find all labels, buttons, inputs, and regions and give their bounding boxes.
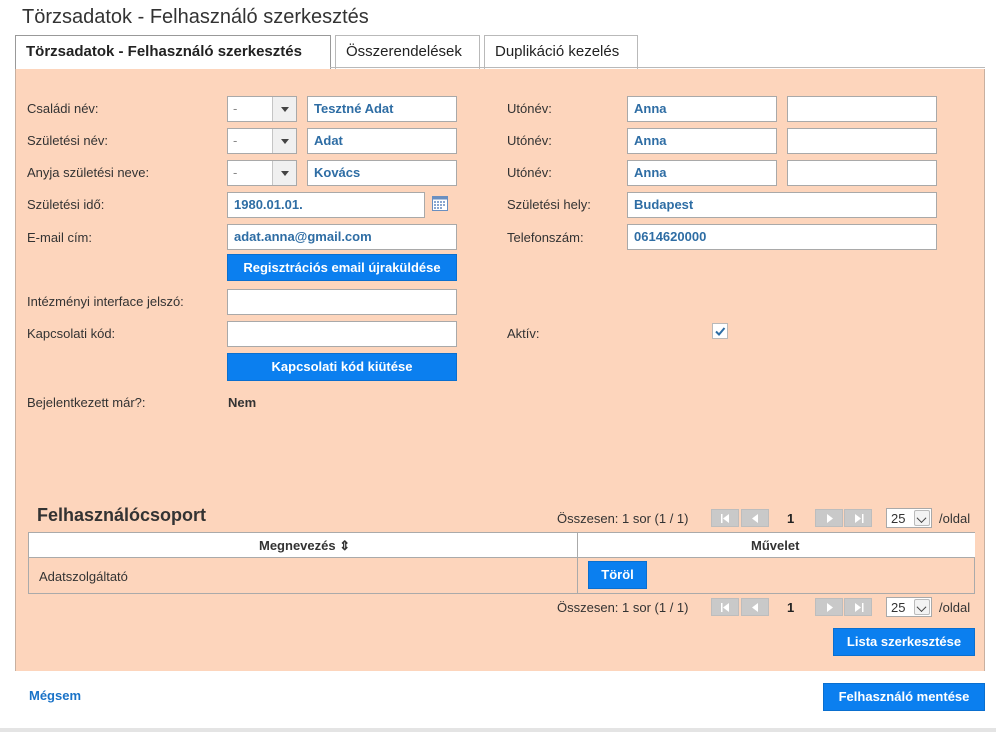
- mother-name-prefix-select[interactable]: -: [227, 160, 297, 186]
- first-page-icon: [721, 514, 729, 523]
- logged-in-label: Bejelentkezett már?:: [27, 395, 146, 410]
- first-page-icon: [721, 603, 729, 612]
- given-name-1-label: Utónév:: [507, 101, 552, 116]
- next-page-icon: [827, 514, 833, 523]
- generate-connection-code-button[interactable]: Kapcsolati kód kiütése: [227, 353, 457, 381]
- user-group-table: Megnevezés ⇕ Művelet Adatszolgáltató Tör…: [28, 532, 975, 594]
- birth-name-input[interactable]: Adat: [307, 128, 457, 154]
- connection-code-label: Kapcsolati kód:: [27, 326, 116, 341]
- given-name-1-extra-input[interactable]: [787, 96, 937, 122]
- birth-name-label: Születési név:: [27, 133, 108, 148]
- tab-assignments[interactable]: Összerendelések: [335, 35, 480, 69]
- family-name-input[interactable]: Tesztné Adat: [307, 96, 457, 122]
- column-name-header[interactable]: Megnevezés ⇕: [259, 538, 350, 554]
- prev-page-icon: [752, 514, 758, 523]
- given-name-2-label: Utónév:: [507, 133, 552, 148]
- prev-page-icon: [752, 603, 758, 612]
- first-page-button[interactable]: [711, 509, 739, 527]
- given-name-1-input[interactable]: Anna: [627, 96, 777, 122]
- current-page-top: 1: [787, 511, 795, 526]
- delete-row-button[interactable]: Töröl: [588, 561, 647, 589]
- chevron-down-icon: [914, 599, 930, 615]
- last-page-button-bottom[interactable]: [844, 598, 872, 616]
- family-name-prefix-select[interactable]: -: [227, 96, 297, 122]
- next-page-icon: [827, 603, 833, 612]
- per-page-suffix-bottom: /oldal: [939, 600, 971, 615]
- given-name-2-input[interactable]: Anna: [627, 128, 777, 154]
- phone-label: Telefonszám:: [507, 230, 584, 245]
- table-row-name: Adatszolgáltató: [39, 569, 128, 584]
- given-name-2-extra-input[interactable]: [787, 128, 937, 154]
- active-checkbox[interactable]: [712, 323, 728, 339]
- given-name-3-input[interactable]: Anna: [627, 160, 777, 186]
- edit-list-button[interactable]: Lista szerkesztése: [833, 628, 975, 656]
- page-title: Törzsadatok - Felhasználó szerkesztés: [22, 6, 369, 28]
- tab-divider: [330, 67, 985, 68]
- mother-name-label: Anyja születési neve:: [27, 165, 150, 180]
- given-name-3-extra-input[interactable]: [787, 160, 937, 186]
- last-page-icon: [855, 603, 864, 612]
- connection-code-input[interactable]: [227, 321, 457, 347]
- given-name-3-label: Utónév:: [507, 165, 552, 180]
- email-label: E-mail cím:: [27, 230, 92, 245]
- chevron-down-icon: [914, 510, 930, 526]
- current-page-bottom: 1: [787, 600, 795, 615]
- next-page-button[interactable]: [815, 509, 843, 527]
- birth-date-input[interactable]: 1980.01.01.: [227, 192, 425, 218]
- birth-date-label: Születési idő:: [27, 197, 105, 212]
- family-name-label: Családi név:: [27, 101, 99, 116]
- logged-in-value: Nem: [228, 395, 257, 410]
- user-group-title: Felhasználócsoport: [37, 505, 207, 525]
- bottom-border: [0, 728, 996, 732]
- birth-place-label: Születési hely:: [507, 197, 591, 212]
- birth-name-prefix-select[interactable]: -: [227, 128, 297, 154]
- tab-master-data[interactable]: Törzsadatok - Felhasználó szerkesztés: [15, 35, 331, 70]
- interface-password-label: Intézményi interface jelszó:: [27, 294, 184, 309]
- per-page-select-bottom[interactable]: 25: [886, 597, 932, 617]
- resend-registration-email-button[interactable]: Regisztrációs email újraküldése: [227, 254, 457, 281]
- first-page-button-bottom[interactable]: [711, 598, 739, 616]
- chevron-down-icon: [272, 97, 296, 121]
- save-user-button[interactable]: Felhasználó mentése: [823, 683, 985, 711]
- interface-password-input[interactable]: [227, 289, 457, 315]
- per-page-suffix-top: /oldal: [939, 511, 971, 526]
- next-page-button-bottom[interactable]: [815, 598, 843, 616]
- per-page-select-top[interactable]: 25: [886, 508, 932, 528]
- checkmark-icon: [715, 327, 726, 336]
- cancel-link[interactable]: Mégsem: [29, 688, 81, 703]
- pagination-summary-bottom: Összesen: 1 sor (1 / 1): [557, 600, 689, 615]
- tab-duplicates[interactable]: Duplikáció kezelés: [484, 35, 638, 69]
- mother-name-input[interactable]: Kovács: [307, 160, 457, 186]
- table-header-row: Megnevezés ⇕ Művelet: [29, 533, 975, 558]
- prev-page-button[interactable]: [741, 509, 769, 527]
- prev-page-button-bottom[interactable]: [741, 598, 769, 616]
- email-input[interactable]: adat.anna@gmail.com: [227, 224, 457, 250]
- chevron-down-icon: [272, 129, 296, 153]
- chevron-down-icon: [272, 161, 296, 185]
- column-action-header: Művelet: [751, 538, 800, 553]
- pagination-summary-top: Összesen: 1 sor (1 / 1): [557, 511, 689, 526]
- last-page-icon: [855, 514, 864, 523]
- phone-input[interactable]: 0614620000: [627, 224, 937, 250]
- column-divider: [577, 533, 578, 593]
- calendar-icon[interactable]: [432, 195, 448, 211]
- active-label: Aktív:: [507, 326, 540, 341]
- birth-place-input[interactable]: Budapest: [627, 192, 937, 218]
- last-page-button[interactable]: [844, 509, 872, 527]
